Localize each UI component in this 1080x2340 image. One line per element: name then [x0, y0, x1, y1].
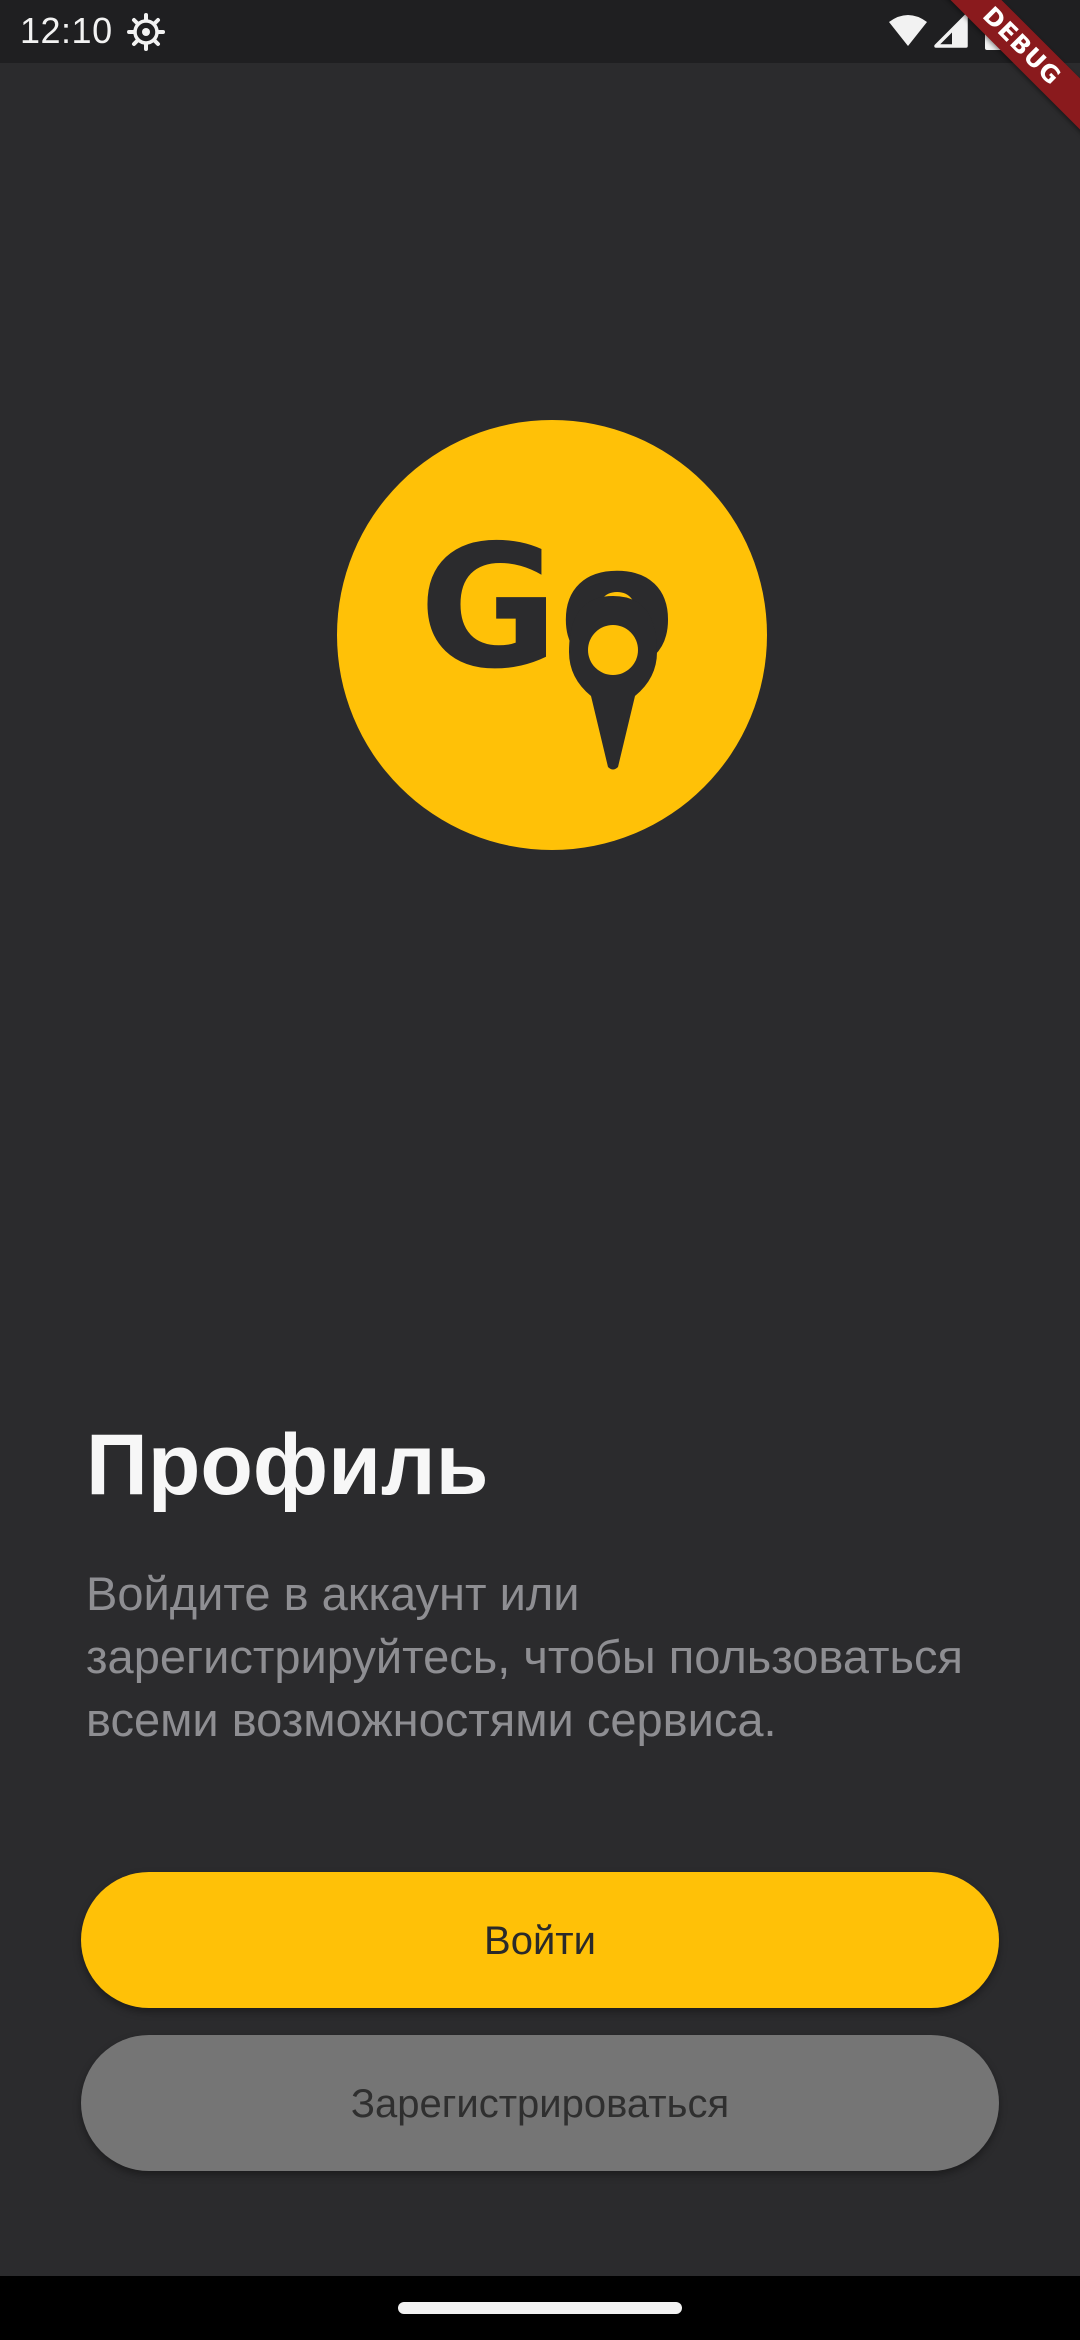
settings-gear-icon: [127, 13, 165, 51]
status-time: 12:10: [20, 10, 113, 51]
cell-signal-icon: [934, 14, 968, 48]
navigation-bar: [0, 2276, 1080, 2340]
app-logo: Go: [337, 420, 767, 850]
profile-screen: 12:10 DEBUG Go Профиль Войдите в аккаунт…: [0, 0, 1080, 2340]
register-button[interactable]: Зарегистрироваться: [81, 2035, 999, 2171]
page-description: Войдите в аккаунт или зарегистрируйтесь,…: [86, 1567, 963, 1746]
wifi-icon: [889, 15, 927, 46]
login-button[interactable]: Войти: [81, 1872, 999, 2008]
page-title: Профиль: [86, 1417, 489, 1513]
home-indicator[interactable]: [398, 2302, 682, 2314]
status-bar: 12:10: [0, 0, 1080, 63]
